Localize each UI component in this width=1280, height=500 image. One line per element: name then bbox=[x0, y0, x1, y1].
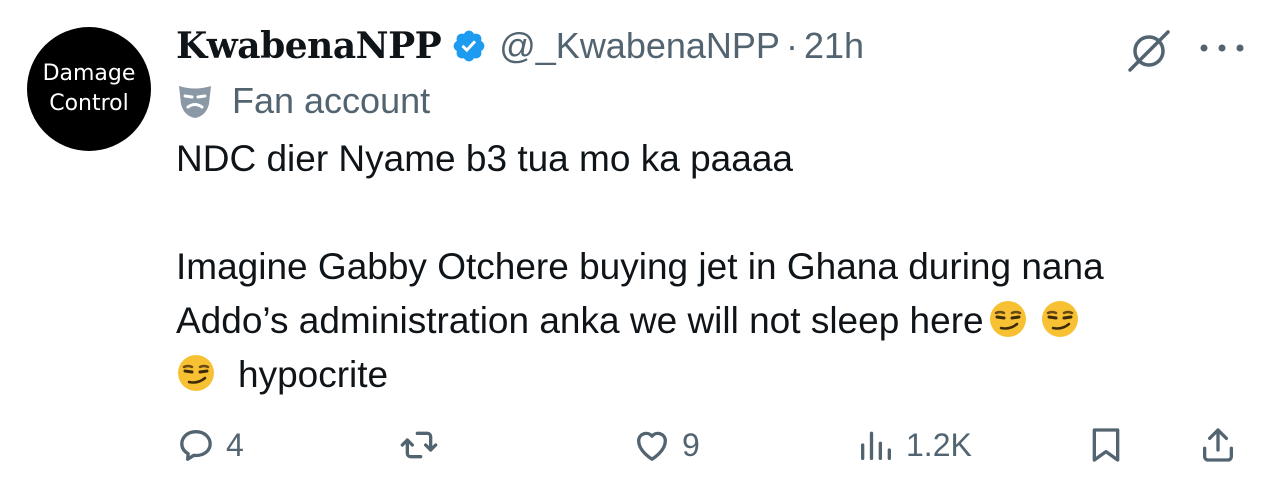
tweet-time[interactable]: 21h bbox=[804, 25, 864, 67]
grok-icon[interactable] bbox=[1124, 26, 1174, 76]
tweet-line-text: Addo’s administration anka we will not s… bbox=[176, 300, 984, 341]
tweet-header: KwabenaNPP @_KwabenaNPP · 21h bbox=[176, 20, 864, 72]
like-button[interactable]: 9 bbox=[632, 420, 700, 470]
share-button[interactable] bbox=[1198, 420, 1238, 470]
tweet-line-text: hypocrite bbox=[238, 354, 389, 395]
tweet-line: Imagine Gabby Otchere buying jet in Ghan… bbox=[176, 246, 1104, 287]
mask-icon bbox=[179, 86, 211, 118]
author-handle[interactable]: @_KwabenaNPP bbox=[499, 25, 780, 67]
bookmark-button[interactable] bbox=[1086, 420, 1126, 470]
tweet-line: NDC dier Nyame b3 tua mo ka paaaa bbox=[176, 138, 793, 179]
smirking-face-emoji-icon bbox=[1041, 301, 1078, 337]
display-name[interactable]: KwabenaNPP bbox=[176, 25, 442, 67]
tweet-line: Addo’s administration anka we will not s… bbox=[176, 294, 1256, 348]
tweet-text: NDC dier Nyame b3 tua mo ka paaaa Imagin… bbox=[176, 132, 1256, 402]
like-count: 9 bbox=[682, 426, 700, 463]
retweet-button[interactable] bbox=[399, 420, 439, 470]
reply-count: 4 bbox=[226, 426, 244, 463]
more-options-icon[interactable] bbox=[1196, 38, 1248, 58]
bookmark-icon bbox=[1092, 428, 1120, 462]
avatar[interactable]: Damage Control bbox=[27, 27, 151, 151]
reply-button[interactable]: 4 bbox=[176, 420, 244, 470]
avatar-line-2: Control bbox=[49, 91, 129, 116]
tweet-blank-line bbox=[176, 186, 1256, 240]
action-bar: 4 9 1.2K bbox=[0, 420, 1280, 470]
separator-dot: · bbox=[785, 25, 798, 66]
like-icon bbox=[637, 431, 667, 461]
retweet-icon bbox=[400, 431, 438, 459]
affiliation-label[interactable]: Fan account bbox=[232, 80, 430, 122]
reply-icon bbox=[180, 430, 212, 461]
views-count: 1.2K bbox=[906, 426, 972, 463]
views-icon bbox=[861, 431, 891, 460]
share-icon bbox=[1203, 428, 1233, 462]
smirking-face-emoji-icon bbox=[178, 355, 214, 391]
tweet-line: hypocrite bbox=[176, 348, 1256, 402]
avatar-line-1: Damage bbox=[42, 61, 136, 86]
views-button[interactable]: 1.2K bbox=[856, 420, 972, 470]
affiliation-row: Fan account bbox=[176, 78, 430, 124]
verified-badge-icon[interactable] bbox=[451, 28, 487, 64]
smirking-face-emoji-icon bbox=[989, 301, 1026, 337]
